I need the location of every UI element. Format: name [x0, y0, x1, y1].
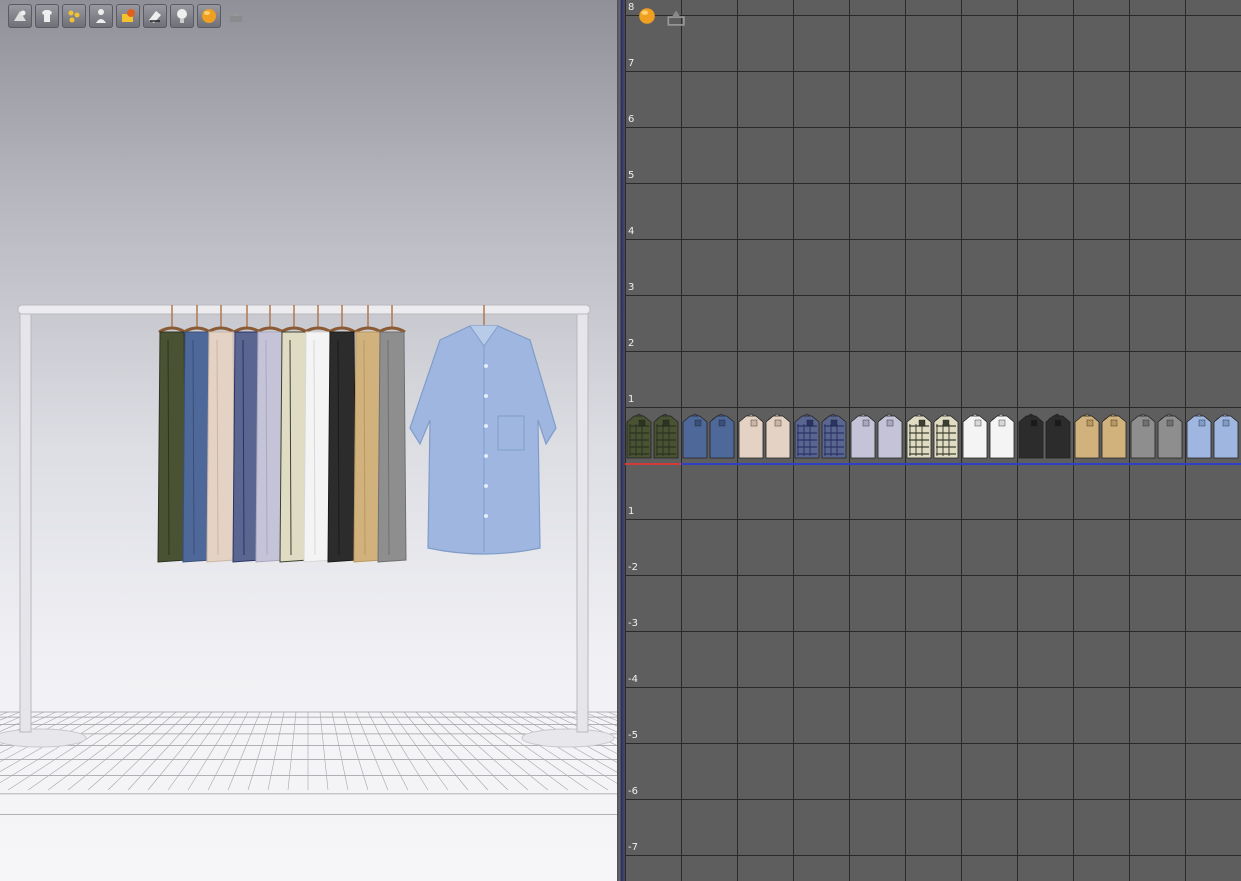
y-axis-label: 2 — [628, 338, 635, 349]
y-axis-label: -4 — [628, 674, 638, 685]
y-axis-label: 1 — [628, 506, 635, 517]
y-axis-label: 6 — [628, 114, 635, 125]
pattern-piece-shape — [1186, 413, 1239, 459]
blue-gingham-shirt-pattern[interactable] — [793, 410, 849, 462]
render-sphere-icon — [202, 9, 216, 23]
show-pins-icon — [68, 10, 80, 23]
floor-grid — [0, 711, 617, 815]
snapshot-icon — [230, 11, 242, 22]
y-axis-label: 1 — [628, 394, 635, 405]
viewport-toolbar — [8, 4, 248, 28]
mesh-view-button[interactable] — [143, 4, 167, 28]
light-bulb-button[interactable] — [170, 4, 194, 28]
pattern-toolbar — [637, 6, 685, 26]
pattern-piece-shape — [962, 413, 1015, 459]
3d-viewport[interactable] — [0, 0, 617, 881]
render-sphere-icon — [639, 8, 655, 24]
texture-surface-icon — [122, 9, 135, 22]
3d-scene[interactable] — [0, 0, 617, 881]
light-bulb-icon — [177, 9, 187, 23]
pattern-piece-shape — [1074, 413, 1127, 459]
y-axis-label: 8 — [628, 2, 635, 13]
texture-surface-button[interactable] — [116, 4, 140, 28]
pattern-piece-shape — [738, 413, 791, 459]
pattern-piece-shape — [682, 413, 735, 459]
khaki-shirt-3d[interactable] — [353, 305, 383, 563]
lavender-shirt-pattern[interactable] — [849, 410, 905, 462]
pattern-piece-shape — [850, 413, 903, 459]
pattern-piece-shape — [794, 413, 847, 459]
navy-chambray-shirt-pattern[interactable] — [681, 410, 737, 462]
show-avatar-silhouette-button[interactable] — [89, 4, 113, 28]
pattern-piece-shape — [906, 413, 959, 459]
pattern-view-button[interactable] — [665, 6, 685, 26]
black-shirt-3d[interactable] — [327, 305, 357, 563]
pattern-pieces-strip — [625, 410, 1241, 462]
beige-shirt-pattern[interactable] — [737, 410, 793, 462]
y-axis-label: -6 — [628, 786, 638, 797]
grey-shirt-pattern[interactable] — [1129, 410, 1185, 462]
olive-plaid-shirt-pattern[interactable] — [625, 410, 681, 462]
mesh-view-icon — [149, 11, 161, 23]
palm-print-shirt-3d[interactable] — [279, 305, 309, 563]
light-blue-shirt-pattern[interactable] — [1185, 410, 1241, 462]
pattern-piece-shape — [1130, 413, 1183, 459]
pattern-piece-shape — [626, 413, 679, 459]
beige-shirt-3d[interactable] — [206, 305, 236, 563]
y-axis-label: 5 — [628, 170, 635, 181]
y-axis-label: 7 — [628, 58, 635, 69]
show-avatar-silhouette-icon — [96, 9, 106, 23]
pattern-view-icon — [667, 10, 685, 26]
y-axis-label: -5 — [628, 730, 638, 741]
window-splitter[interactable] — [617, 0, 625, 881]
show-avatar-button[interactable] — [8, 4, 32, 28]
snapshot-button[interactable] — [224, 4, 248, 28]
pattern-piece-shape — [1018, 413, 1071, 459]
light-blue-shirt-3d[interactable] — [409, 305, 557, 555]
lavender-shirt-3d[interactable] — [255, 305, 285, 563]
show-garment-icon — [42, 10, 52, 22]
y-axis-label: 4 — [628, 226, 635, 237]
white-shirt-pattern[interactable] — [961, 410, 1017, 462]
navy-chambray-shirt-3d[interactable] — [182, 305, 212, 563]
show-pins-button[interactable] — [62, 4, 86, 28]
y-axis-label: 3 — [628, 282, 635, 293]
olive-plaid-shirt-3d[interactable] — [157, 305, 187, 563]
render-sphere-button[interactable] — [197, 4, 221, 28]
palm-print-shirt-pattern[interactable] — [905, 410, 961, 462]
selection-underline-active — [625, 463, 681, 465]
y-axis-label: -3 — [628, 618, 638, 629]
render-sphere-button[interactable] — [637, 6, 657, 26]
selection-underline — [681, 463, 1241, 465]
2d-pattern-window[interactable]: 8 7 6 5 4 3 2 1 1 -2 -3 -4 -5 -6 -7 — [625, 0, 1241, 881]
y-axis-label: -7 — [628, 842, 638, 853]
black-shirt-pattern[interactable] — [1017, 410, 1073, 462]
grey-shirt-3d[interactable] — [377, 305, 407, 563]
y-axis-label: -2 — [628, 562, 638, 573]
khaki-shirt-pattern[interactable] — [1073, 410, 1129, 462]
show-avatar-icon — [14, 10, 26, 21]
hanging-garments — [157, 305, 557, 563]
white-shirt-3d[interactable] — [303, 305, 333, 563]
show-garment-button[interactable] — [35, 4, 59, 28]
